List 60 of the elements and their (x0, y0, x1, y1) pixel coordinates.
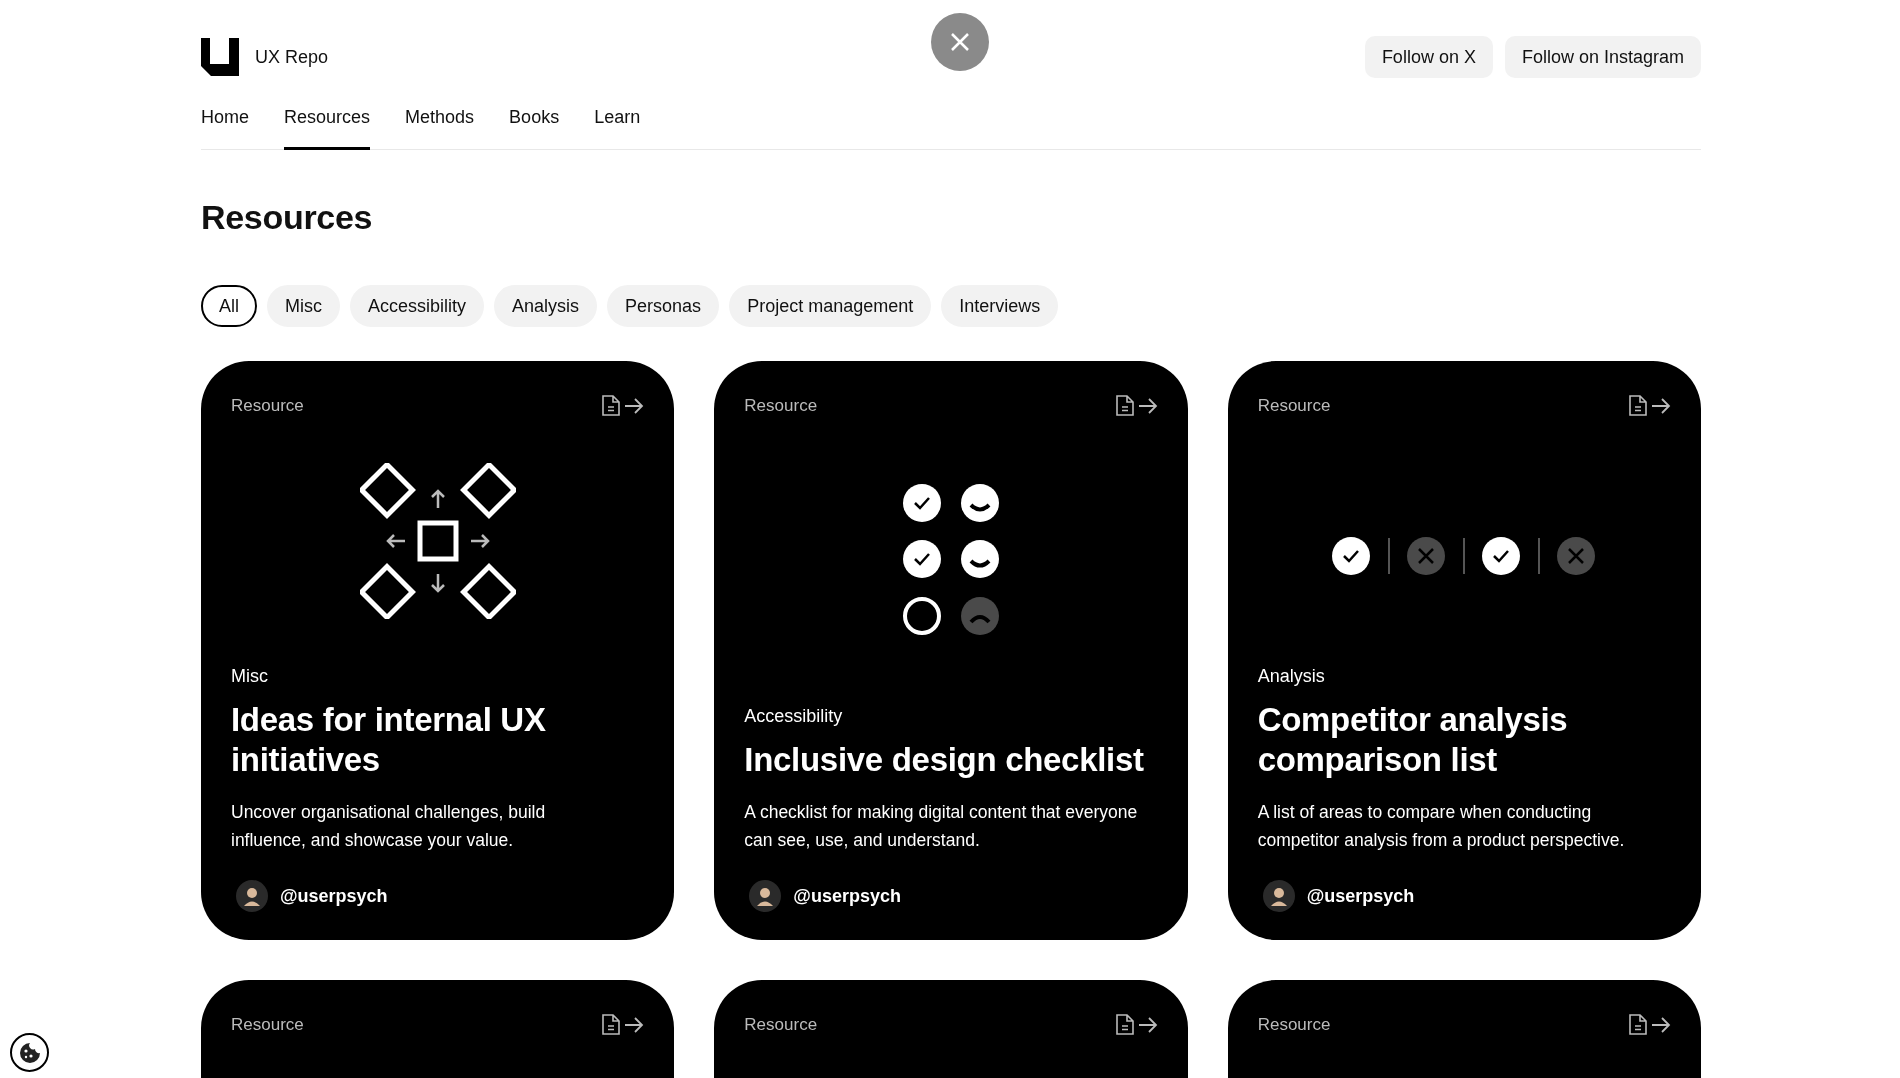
filter-chip[interactable]: All (201, 285, 257, 327)
close-button[interactable] (931, 13, 989, 71)
resource-card[interactable]: Resource Misc Ideas for internal UX initiatives Uncover organisational challenges, build influence, and showcase your value. @userpsych (201, 361, 675, 940)
filter-chip[interactable]: Accessibility (350, 285, 485, 327)
card-description: A list of areas to compare when conducting competitor analysis from a product perspective. (1257, 801, 1626, 852)
card-type-label: Resource (231, 1014, 304, 1036)
card-title: Inclusive design checklist (744, 740, 1145, 780)
card-title: Competitor analysis comparison list (1257, 700, 1569, 780)
card-type-label: Resource (1257, 395, 1331, 417)
avatar-icon (1262, 880, 1295, 912)
arrow-right-icon (624, 397, 645, 414)
avatar-icon (749, 880, 782, 912)
card-type-label: Resource (744, 395, 818, 417)
filter-chip[interactable]: Interviews (941, 285, 1059, 327)
resource-card[interactable]: Resource (201, 980, 675, 1078)
author-name[interactable]: @userpsych (1306, 882, 1415, 910)
document-icon (1115, 395, 1134, 417)
author-name[interactable]: @userpsych (280, 882, 388, 910)
document-icon (602, 395, 621, 417)
nav-tab[interactable]: Books (509, 96, 560, 150)
page-heading: Resources (201, 197, 374, 238)
nav-tab[interactable]: Resources (284, 96, 371, 150)
close-icon (950, 32, 970, 52)
card-category: Accessibility (744, 705, 844, 728)
filter-chip[interactable]: Personas (607, 285, 720, 327)
nav-tab[interactable]: Learn (594, 96, 641, 150)
card-type-label: Resource (231, 395, 304, 417)
document-icon (1629, 395, 1647, 417)
brand-name: UX Repo (255, 45, 329, 69)
resource-card[interactable]: Resource (1227, 980, 1701, 1078)
document-icon (1115, 1014, 1134, 1036)
filter-chip[interactable]: Misc (267, 285, 340, 327)
follow-button[interactable]: Follow on X (1364, 36, 1493, 78)
filter-chip[interactable]: Analysis (494, 285, 598, 327)
cookie-icon (18, 1041, 41, 1064)
arrow-right-icon (1651, 1016, 1671, 1033)
nav-tab[interactable]: Methods (405, 96, 475, 150)
arrow-right-icon (624, 1016, 645, 1033)
resource-card[interactable]: Resource Analysis Competitor analysis comparison list A list of areas to compare when conducting competitor analysis from a product perspective. @userpsych (1227, 361, 1701, 940)
card-category: Misc (231, 665, 269, 688)
card-description: Uncover organisational challenges, build influence, and showcase your value. (231, 801, 547, 852)
document-icon (602, 1014, 621, 1036)
follow-button[interactable]: Follow on Instagram (1504, 36, 1701, 78)
logo-icon (201, 38, 239, 76)
resource-card[interactable]: Resource Accessibility Inclusive design checklist A checklist for making digital content that everyone can see, use, and understand. @userpsych (714, 361, 1188, 940)
nav-tab[interactable]: Home (201, 96, 249, 150)
resource-card[interactable]: Resource (714, 980, 1188, 1078)
arrow-right-icon (1651, 397, 1671, 414)
card-type-label: Resource (744, 1014, 818, 1036)
card-title: Ideas for internal UX initiatives (231, 700, 547, 780)
card-type-label: Resource (1257, 1014, 1331, 1036)
card-description: A checklist for making digital content that everyone can see, use, and understand. (744, 801, 1139, 852)
avatar-icon (236, 880, 268, 912)
cookie-settings-button[interactable] (10, 1033, 49, 1072)
card-category: Analysis (1257, 665, 1326, 688)
filter-chip[interactable]: Project management (729, 285, 932, 327)
document-icon (1629, 1014, 1647, 1036)
author-name[interactable]: @userpsych (793, 882, 901, 910)
arrow-right-icon (1137, 1016, 1158, 1033)
arrow-right-icon (1137, 397, 1158, 414)
